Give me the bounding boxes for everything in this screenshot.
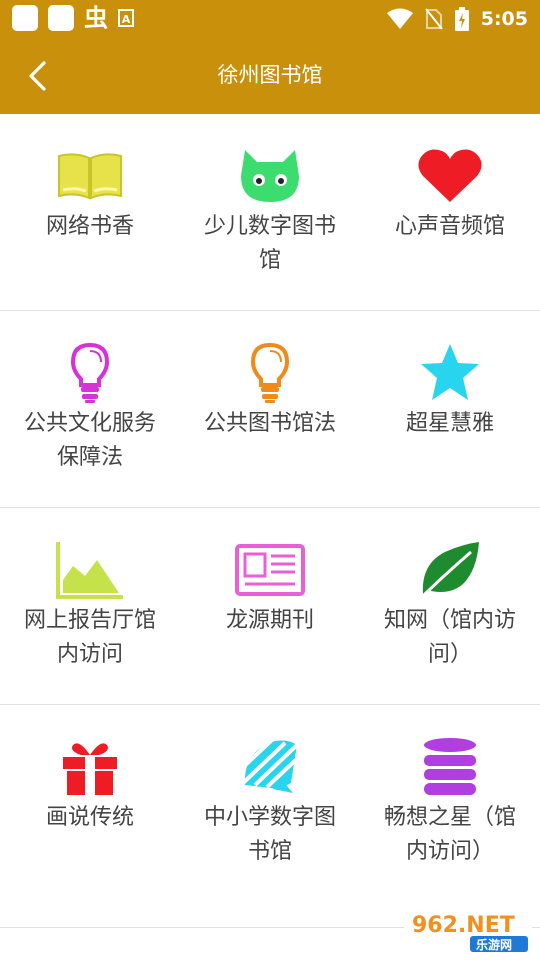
grid-item-label: 画说传统: [45, 805, 134, 830]
cat-face-icon: [235, 146, 305, 206]
status-bar: 虫 A 5:05: [0, 0, 540, 38]
grid-row: 网上报告厅馆内访问 龙源期刊 知网（馆内访问）: [0, 508, 540, 705]
grid-item-wangluo-shuxiang[interactable]: 网络书香: [0, 114, 180, 310]
grid-item-gonggong-wenhua-fa[interactable]: 公共文化服务保障法: [0, 311, 180, 507]
grid-item-label: 网络书香: [45, 214, 134, 239]
open-book-icon: [55, 146, 125, 206]
grid-item-label: 知网（馆内访问）: [383, 608, 516, 667]
grid-item-label: 中小学数字图书馆: [203, 805, 336, 864]
leaf-icon: [415, 540, 485, 600]
grid-item-label: 公共图书馆法: [203, 411, 336, 436]
grid-item-gonggong-tushuguan-fa[interactable]: 公共图书馆法: [180, 311, 360, 507]
notification-glyph: 虫: [84, 4, 108, 32]
newspaper-icon: [235, 540, 305, 600]
no-sim-icon: [424, 8, 443, 30]
grid-item-longyuan-qikan[interactable]: 龙源期刊: [180, 508, 360, 704]
grid-row: 公共文化服务保障法 公共图书馆法 超星慧雅: [0, 311, 540, 508]
status-bar-notifications: 虫 A: [12, 5, 134, 31]
wifi-shape-icon: [235, 737, 305, 797]
notification-a-icon: A: [118, 9, 134, 27]
area-chart-icon: [55, 540, 125, 600]
grid-row: 画说传统 中小学数字图书馆 畅想之星（馆内访问）: [0, 705, 540, 928]
database-icon: [415, 737, 485, 797]
grid-item-label: 畅想之星（馆内访问）: [383, 805, 516, 864]
lightbulb-icon: [235, 343, 305, 403]
grid-item-changxiang-zhixing[interactable]: 畅想之星（馆内访问）: [360, 705, 540, 927]
grid-item-wangshang-baogaoting[interactable]: 网上报告厅馆内访问: [0, 508, 180, 704]
grid-item-label: 公共文化服务保障法: [23, 411, 156, 470]
grid-item-label: 网上报告厅馆内访问: [23, 608, 156, 667]
grid-item-xinsheng-yinpin[interactable]: 心声音频馆: [360, 114, 540, 310]
grid-item-zhiwang[interactable]: 知网（馆内访问）: [360, 508, 540, 704]
watermark-brand: 962.NET: [412, 913, 515, 938]
grid-row: 网络书香 少儿数字图书馆 心声音频馆: [0, 114, 540, 311]
notification-icon: [12, 5, 38, 31]
gift-icon: [55, 737, 125, 797]
lightbulb-icon: [55, 343, 125, 403]
grid-item-shaoer-shuzi-tushuguan[interactable]: 少儿数字图书馆: [180, 114, 360, 310]
star-icon: [415, 343, 485, 403]
app-bar: 徐州图书馆: [0, 38, 540, 114]
page-title: 徐州图书馆: [217, 63, 323, 87]
status-time: 5:05: [480, 8, 528, 30]
notification-icon: [48, 5, 74, 31]
wifi-icon: [386, 8, 413, 29]
grid-item-label: 超星慧雅: [405, 411, 494, 436]
watermark-logo: 962.NET 乐游网: [404, 908, 532, 954]
grid-item-zhongxiaoxue-tushuguan[interactable]: 中小学数字图书馆: [180, 705, 360, 927]
battery-icon: [454, 7, 469, 31]
resource-grid: 网络书香 少儿数字图书馆 心声音频馆 公共文化服务保障法 公共图书馆法 超星慧雅…: [0, 114, 540, 928]
watermark-sub: 乐游网: [476, 937, 512, 952]
grid-item-chaoxing-huiya[interactable]: 超星慧雅: [360, 311, 540, 507]
grid-item-label: 少儿数字图书馆: [203, 214, 336, 273]
grid-item-label: 心声音频馆: [394, 214, 505, 239]
grid-item-huashuo-chuantong[interactable]: 画说传统: [0, 705, 180, 927]
heart-icon: [415, 146, 485, 206]
grid-item-label: 龙源期刊: [225, 608, 314, 633]
